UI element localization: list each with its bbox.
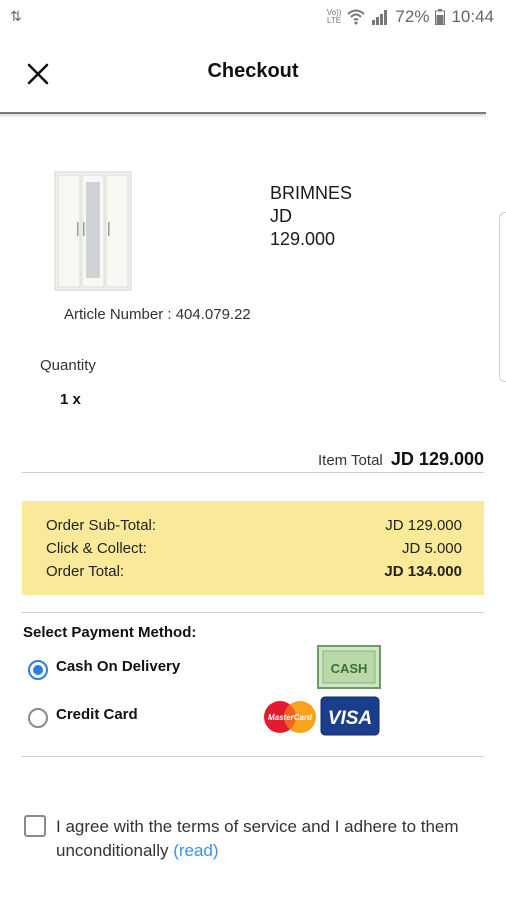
cash-on-delivery-label[interactable]: Cash On Delivery xyxy=(56,658,180,675)
product-currency: JD xyxy=(270,206,292,226)
quantity-label: Quantity xyxy=(40,357,96,374)
divider xyxy=(22,756,484,757)
credit-card-label[interactable]: Credit Card xyxy=(56,706,138,723)
terms-text: I agree with the terms of service and I … xyxy=(56,815,486,863)
terms-checkbox[interactable] xyxy=(24,815,46,837)
terms-read-link[interactable]: (read) xyxy=(173,841,218,860)
summary-row-subtotal: Order Sub-Total: JD 129.000 xyxy=(46,517,462,534)
divider xyxy=(22,612,484,613)
signal-icon xyxy=(372,10,388,25)
status-icons: Vo)) LTE 72% 10:44 xyxy=(327,7,494,27)
divider xyxy=(22,472,484,473)
mastercard-text: MasterCard xyxy=(268,713,313,722)
terms-statement: I agree with the terms of service and I … xyxy=(56,817,459,860)
summary-label: Order Sub-Total: xyxy=(46,517,157,534)
product-name: BRIMNES xyxy=(270,183,353,203)
item-total: Item Total JD 129.000 xyxy=(318,449,484,470)
summary-label: Click & Collect: xyxy=(46,540,147,557)
payment-method-title: Select Payment Method: xyxy=(23,624,197,641)
scroll-indicator[interactable] xyxy=(499,212,506,382)
summary-value: JD 5.000 xyxy=(401,540,462,557)
data-transfer-arrows-icon: ⇅ xyxy=(10,8,22,24)
page-title: Checkout xyxy=(207,60,299,82)
cash-on-delivery-radio[interactable] xyxy=(28,660,48,680)
item-total-label: Item Total xyxy=(317,452,383,469)
visa-text: VISA xyxy=(328,708,372,729)
wifi-icon xyxy=(347,9,366,25)
wardrobe-image xyxy=(54,171,132,291)
summary-value: JD 129.000 xyxy=(385,517,462,534)
article-number: Article Number : 404.079.22 xyxy=(64,306,251,323)
clock: 10:44 xyxy=(451,7,494,26)
visa-icon: VISA xyxy=(320,696,380,736)
item-total-value: JD 129.000 xyxy=(390,449,484,469)
header-shadow xyxy=(0,114,486,118)
quantity-value: 1 x xyxy=(60,391,81,408)
summary-row-click-collect: Click & Collect: JD 5.000 xyxy=(46,540,462,557)
cash-icon-text: CASH xyxy=(331,661,368,676)
summary-row-total: Order Total: JD 134.000 xyxy=(46,563,462,580)
cash-icon: CASH xyxy=(317,645,381,689)
product-price: 129.000 xyxy=(270,229,336,249)
summary-label: Order Total: xyxy=(46,563,125,580)
app-bar: Checkout xyxy=(0,36,506,112)
battery-percent: 72% xyxy=(395,7,430,26)
status-bar: ⇅ Vo)) LTE 72% 10:44 xyxy=(0,0,506,36)
order-summary: Order Sub-Total: JD 129.000 Click & Coll… xyxy=(22,501,484,595)
summary-value: JD 134.000 xyxy=(384,563,462,580)
credit-card-radio[interactable] xyxy=(28,708,48,728)
battery-icon xyxy=(435,9,446,25)
mastercard-icon: MasterCard xyxy=(264,701,316,733)
volte-indicator: Vo)) LTE xyxy=(326,8,342,25)
